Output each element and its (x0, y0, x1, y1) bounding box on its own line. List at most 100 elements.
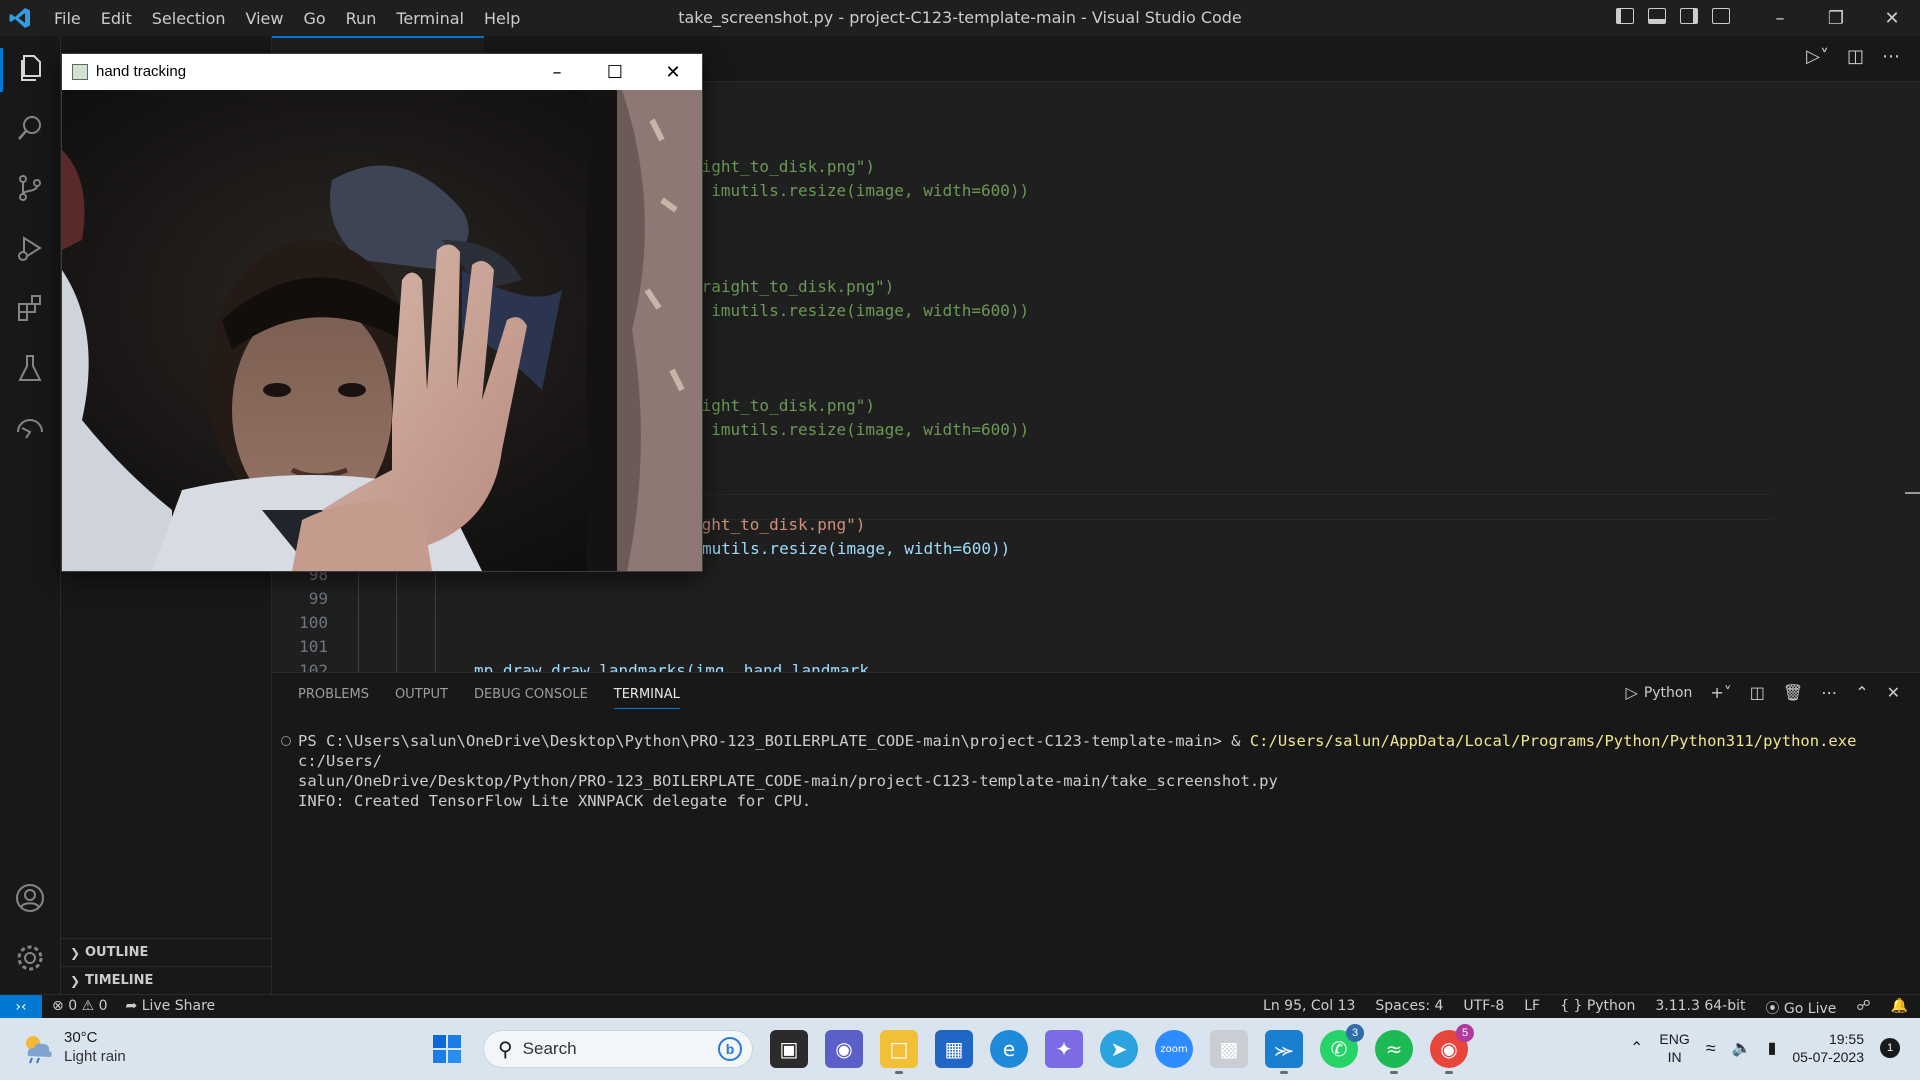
live-share-button[interactable]: ➦ Live Share (126, 998, 216, 1014)
search-icon[interactable] (14, 112, 46, 144)
input-language[interactable]: ENG IN (1659, 1030, 1689, 1066)
clock-time: 19:55 (1828, 1031, 1864, 1047)
menu-help[interactable]: Help (474, 9, 530, 28)
weather-widget[interactable]: 30°C Light rain (20, 1028, 126, 1066)
language-mode[interactable]: { } Python (1560, 998, 1635, 1018)
close-icon[interactable]: ✕ (1864, 0, 1920, 36)
cursor-position[interactable]: Ln 95, Col 13 (1263, 998, 1355, 1018)
go-live-button[interactable]: ⦿ Go Live (1765, 998, 1836, 1018)
minimize-icon[interactable]: – (528, 54, 586, 90)
battery-icon[interactable]: ▮ (1768, 1038, 1777, 1058)
new-terminal-icon[interactable]: +˅ (1710, 683, 1731, 702)
tab-problems[interactable]: PROBLEMS (298, 687, 369, 709)
remote-indicator-icon[interactable]: ›‹ (0, 995, 42, 1019)
spotify-icon[interactable]: ≈ (1375, 1030, 1413, 1074)
weather-temperature: 30°C (64, 1029, 98, 1046)
bell-icon[interactable]: 🔔 (1891, 998, 1908, 1018)
accounts-icon[interactable] (14, 882, 46, 914)
copilot-icon[interactable]: ✦ (1045, 1030, 1083, 1068)
close-icon[interactable]: ✕ (644, 54, 702, 90)
window-controls: – ❐ ✕ (1752, 0, 1920, 36)
microsoft-store-icon[interactable]: ▦ (935, 1030, 973, 1068)
maximize-panel-icon[interactable]: ⌃ (1855, 683, 1868, 702)
vscode-taskbar-icon[interactable]: ⪼ (1265, 1030, 1303, 1074)
file-explorer-icon[interactable]: □ (880, 1030, 918, 1074)
menu-run[interactable]: Run (336, 9, 387, 28)
tab-terminal[interactable]: TERMINAL (613, 687, 680, 709)
split-editor-icon[interactable]: ◫ (1847, 46, 1864, 67)
live-share-label: Live Share (141, 998, 216, 1014)
end-of-line[interactable]: LF (1524, 998, 1540, 1018)
testing-icon[interactable] (14, 352, 46, 384)
teams-chat-icon[interactable]: ◉ (825, 1030, 863, 1068)
layout-controls (1616, 8, 1730, 24)
menu-terminal[interactable]: Terminal (386, 9, 474, 28)
telegram-icon[interactable]: ➤ (1100, 1030, 1138, 1068)
settings-gear-icon[interactable] (14, 942, 46, 974)
menu-go[interactable]: Go (293, 9, 335, 28)
explorer-icon[interactable] (14, 52, 46, 84)
activity-bar (0, 36, 61, 994)
indentation[interactable]: Spaces: 4 (1375, 998, 1443, 1018)
live-share-icon: ➦ (125, 998, 138, 1014)
close-panel-icon[interactable]: ✕ (1887, 683, 1900, 702)
split-terminal-icon[interactable]: ◫ (1750, 683, 1765, 702)
command-status-icon (281, 736, 291, 746)
code-line: traight_to_disk.png") (692, 277, 895, 296)
hand-tracking-titlebar[interactable]: hand tracking – ☐ ✕ (62, 54, 702, 90)
restore-icon[interactable]: ❐ (1808, 0, 1864, 36)
code-line: ight_to_disk.png") (692, 515, 866, 534)
wifi-icon[interactable]: ≈ (1706, 1038, 1716, 1059)
remote-explorer-icon[interactable] (14, 412, 46, 444)
maximize-icon[interactable]: ☐ (586, 54, 644, 90)
problems-indicator[interactable]: ⊗ 0 ⚠ 0 (52, 998, 108, 1014)
taskbar-search-input[interactable]: ⚲ Search b (483, 1030, 753, 1068)
chrome-badge: 5 (1456, 1024, 1474, 1042)
run-python-file-icon[interactable]: ▷˅ (1806, 46, 1829, 67)
terminal-profile-icon: ▷ (1625, 683, 1638, 702)
toggle-panel-icon[interactable] (1648, 8, 1666, 24)
trash-icon[interactable]: 🗑 (1783, 683, 1803, 702)
menu-view[interactable]: View (236, 9, 294, 28)
terminal-shell-label[interactable]: Python (1644, 685, 1693, 701)
tab-output[interactable]: OUTPUT (395, 687, 448, 709)
feedback-icon[interactable]: ☍ (1856, 998, 1870, 1018)
customize-layout-icon[interactable] (1712, 8, 1730, 24)
webcam-feed (62, 90, 702, 571)
scrollbar-marker[interactable] (1905, 492, 1920, 494)
terminal-output[interactable]: PS C:\Users\salun\OneDrive\Desktop\Pytho… (298, 731, 1908, 811)
toggle-secondary-sidebar-icon[interactable] (1680, 8, 1698, 24)
run-debug-icon[interactable] (14, 232, 46, 264)
menu-file[interactable]: File (44, 9, 91, 28)
start-windows-icon[interactable] (428, 1030, 466, 1068)
extensions-icon[interactable] (14, 292, 46, 324)
menu-bar: File Edit Selection View Go Run Terminal… (44, 0, 530, 36)
edge-browser-icon[interactable]: e (990, 1030, 1028, 1068)
more-actions-icon[interactable]: ⋯ (1882, 46, 1900, 67)
warning-icon: ⚠ (81, 998, 95, 1014)
tab-debug-console[interactable]: DEBUG CONSOLE (474, 687, 588, 709)
more-actions-icon[interactable]: ⋯ (1821, 683, 1837, 702)
minimize-icon[interactable]: – (1752, 0, 1808, 36)
code-line: aight_to_disk.png") (692, 157, 876, 176)
encoding[interactable]: UTF-8 (1463, 998, 1504, 1018)
volume-icon[interactable]: 🔈 (1732, 1038, 1752, 1058)
app-folder-icon[interactable]: ▩ (1210, 1030, 1248, 1068)
python-interpreter[interactable]: 3.11.3 64-bit (1655, 998, 1745, 1018)
search-icon: ⚲ (498, 1038, 513, 1061)
toggle-primary-sidebar-icon[interactable] (1616, 8, 1634, 24)
outline-section[interactable]: ❯ OUTLINE (61, 938, 271, 966)
menu-selection[interactable]: Selection (142, 9, 236, 28)
title-bar: File Edit Selection View Go Run Terminal… (0, 0, 1920, 37)
zoom-icon[interactable]: zoom (1155, 1030, 1193, 1068)
chrome-icon[interactable]: ◉ 5 (1430, 1024, 1474, 1074)
whatsapp-icon[interactable]: ✆ 3 (1320, 1024, 1364, 1068)
menu-edit[interactable]: Edit (91, 9, 142, 28)
chevron-up-icon[interactable]: ⌃ (1630, 1038, 1643, 1058)
timeline-section[interactable]: ❯ TIMELINE (61, 966, 271, 994)
chevron-right-icon: ❯ (69, 945, 81, 960)
task-view-icon[interactable]: ▣ (770, 1030, 808, 1068)
source-control-icon[interactable] (14, 172, 46, 204)
notification-count[interactable]: 1 (1880, 1038, 1900, 1058)
clock[interactable]: 19:55 05-07-2023 (1792, 1030, 1864, 1066)
